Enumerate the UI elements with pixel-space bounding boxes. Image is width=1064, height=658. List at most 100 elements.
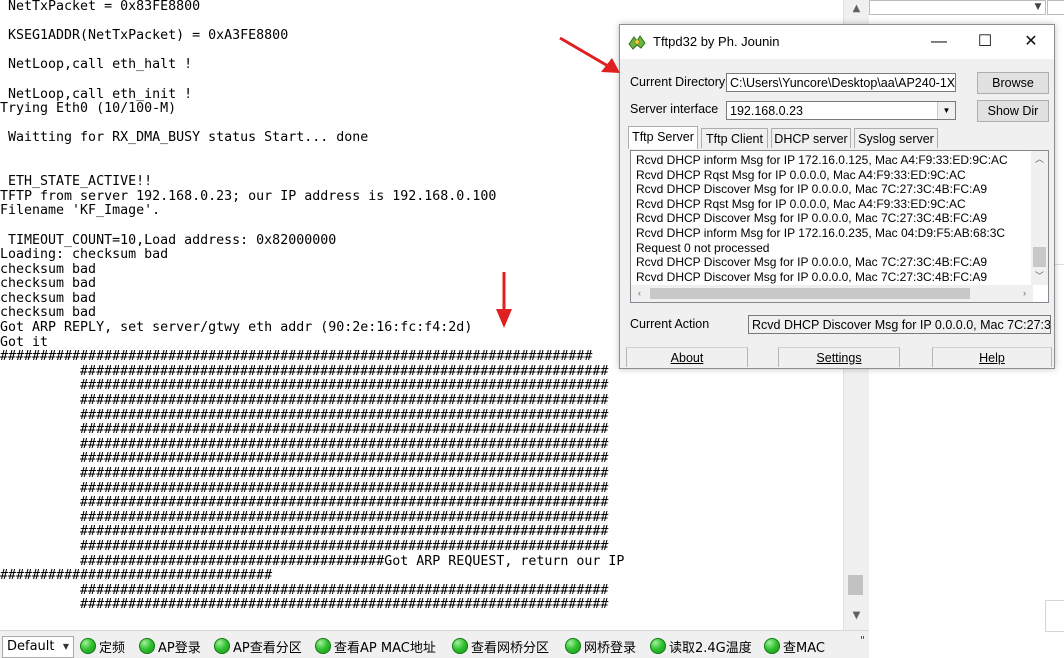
terminal-line: NetLoop,call eth_halt ! — [0, 57, 193, 73]
terminal-line: checksum bad — [0, 305, 97, 321]
scroll-left-icon[interactable]: ‹ — [631, 285, 648, 302]
about-button[interactable]: About — [626, 347, 748, 367]
log-entry[interactable]: Rcvd DHCP inform Msg for IP 172.16.0.235… — [636, 226, 1008, 241]
terminal-line: Loading: checksum bad — [0, 247, 169, 263]
terminal-line: Waitting for RX_DMA_BUSY status Start...… — [0, 130, 369, 146]
right-combo[interactable]: ▼ — [869, 0, 1046, 15]
terminal-line: Filename 'KF_Image'. — [0, 203, 161, 219]
cmd-button-bridge-partition[interactable]: 查看网桥分区 — [452, 636, 549, 656]
log-entry[interactable]: Request 0 not processed — [636, 241, 1008, 256]
right-corner-box — [1047, 0, 1064, 15]
chevron-down-icon: ▼ — [1034, 2, 1042, 12]
right-corner-frame — [1045, 600, 1064, 632]
terminal-line: TFTP from server 192.168.0.23; our IP ad… — [0, 188, 497, 204]
profile-select-value: Default — [7, 639, 55, 654]
tab-dhcp-server[interactable]: DHCP server — [771, 128, 851, 148]
scrollbar-thumb[interactable] — [650, 288, 970, 299]
cmd-button-fixed-freq[interactable]: 定频 — [80, 636, 125, 656]
tftpd-app-icon — [628, 35, 646, 50]
current-directory-field[interactable]: C:\Users\Yuncore\Desktop\aa\AP240-1X — [726, 73, 956, 92]
log-entry[interactable]: Rcvd DHCP inform Msg for IP 172.16.0.125… — [636, 153, 1008, 168]
quick-command-toolbar: Default ▼ 定频 AP登录 AP查看分区 查看AP MAC地址 查看网桥… — [0, 630, 869, 658]
terminal-line: ########################################… — [0, 480, 609, 496]
settings-button[interactable]: Settings — [778, 347, 900, 367]
terminal-line: ########################################… — [0, 582, 609, 598]
terminal-line: ################################## — [0, 568, 273, 584]
server-interface-select[interactable]: 192.168.0.23 ▼ — [726, 101, 956, 120]
green-dot-icon — [764, 638, 780, 654]
terminal-line: Got ARP REPLY, set server/gtwy eth addr … — [0, 320, 473, 336]
log-entry[interactable]: Rcvd DHCP Discover Msg for IP 0.0.0.0, M… — [636, 270, 1008, 285]
show-dir-button[interactable]: Show Dir — [977, 100, 1049, 122]
terminal-line: ########################################… — [0, 524, 609, 540]
terminal-line: KSEG1ADDR(NetTxPacket) = 0xA3FE8800 — [0, 28, 289, 44]
minimize-icon[interactable]: — — [916, 25, 962, 59]
terminal-text: NetTxPacket = 0x83FE8800 KSEG1ADDR(NetTx… — [0, 0, 624, 613]
cmd-button-label: 读取2.4G温度 — [669, 640, 752, 656]
server-interface-label: Server interface — [630, 102, 719, 116]
cmd-button-ap-login[interactable]: AP登录 — [139, 636, 201, 656]
profile-select[interactable]: Default ▼ — [2, 636, 74, 658]
green-dot-icon — [80, 638, 96, 654]
server-interface-value: 192.168.0.23 — [730, 104, 803, 118]
tab-syslog-server[interactable]: Syslog server — [854, 128, 938, 148]
terminal-line: ########################################… — [0, 436, 609, 452]
terminal-line: ########################################… — [0, 407, 609, 423]
server-log-list[interactable]: Rcvd DHCP inform Msg for IP 172.16.0.125… — [630, 150, 1049, 303]
green-dot-icon — [315, 638, 331, 654]
green-dot-icon — [565, 638, 581, 654]
cmd-button-read-temp[interactable]: 读取2.4G温度 — [650, 636, 752, 656]
terminal-line: NetTxPacket = 0x83FE8800 — [0, 0, 201, 14]
log-horizontal-scrollbar[interactable]: ‹ › — [631, 285, 1033, 302]
toolbar-overflow[interactable]: " — [860, 634, 865, 647]
browse-button[interactable]: Browse — [977, 72, 1049, 94]
window-title: Tftpd32 by Ph. Jounin — [653, 34, 780, 49]
log-entry[interactable]: Rcvd DHCP Discover Msg for IP 0.0.0.0, M… — [636, 182, 1008, 197]
tftpd32-window: Tftpd32 by Ph. Jounin — ☐ ✕ Current Dire… — [619, 24, 1055, 369]
scroll-down-icon[interactable]: ﹀ — [1031, 268, 1048, 285]
scroll-up-icon[interactable]: ▲ — [844, 0, 869, 18]
scroll-right-icon[interactable]: › — [1016, 285, 1033, 302]
green-dot-icon — [139, 638, 155, 654]
terminal-line: ########################################… — [0, 393, 609, 409]
terminal-line: ########################################… — [0, 597, 609, 613]
scrollbar-thumb[interactable] — [848, 575, 863, 595]
close-icon[interactable]: ✕ — [1008, 25, 1054, 59]
scrollbar-thumb[interactable] — [1033, 247, 1046, 267]
tab-tftp-client[interactable]: Tftp Client — [701, 128, 768, 148]
cmd-button-label: 定频 — [99, 640, 126, 656]
log-entry[interactable]: Rcvd DHCP Discover Msg for IP 0.0.0.0, M… — [636, 211, 1008, 226]
log-entry[interactable]: Rcvd DHCP Discover Msg for IP 0.0.0.0, M… — [636, 255, 1008, 270]
help-button[interactable]: Help — [932, 347, 1052, 367]
cmd-button-check-mac[interactable]: 查MAC — [764, 636, 825, 656]
terminal-line: ########################################… — [0, 466, 609, 481]
scroll-down-icon[interactable]: ▼ — [844, 607, 869, 625]
scroll-up-icon[interactable]: ︿ — [1031, 151, 1048, 168]
log-lines: Rcvd DHCP inform Msg for IP 172.16.0.125… — [636, 153, 1008, 284]
cmd-button-label: AP查看分区 — [233, 640, 302, 656]
cmd-button-bridge-login[interactable]: 网桥登录 — [565, 636, 636, 656]
terminal-line: checksum bad — [0, 261, 97, 277]
cmd-button-ap-mac[interactable]: 查看AP MAC地址 — [315, 636, 436, 656]
log-vertical-scrollbar[interactable]: ︿ ﹀ — [1031, 151, 1048, 285]
tab-tftp-server[interactable]: Tftp Server — [628, 126, 698, 149]
terminal-line: ######################################Go… — [0, 553, 625, 569]
cmd-button-label: 网桥登录 — [584, 640, 637, 656]
settings-label: Settings — [816, 351, 862, 365]
terminal-line: NetLoop,call eth_init ! — [0, 86, 193, 102]
current-directory-label: Current Directory — [630, 75, 726, 89]
maximize-icon[interactable]: ☐ — [962, 25, 1008, 59]
terminal-line: Got it — [0, 334, 49, 350]
cmd-button-label: 查看网桥分区 — [471, 640, 550, 656]
terminal-line: ########################################… — [0, 422, 609, 438]
cmd-button-label: AP登录 — [158, 640, 201, 656]
terminal-line: checksum bad — [0, 276, 97, 292]
title-bar[interactable]: Tftpd32 by Ph. Jounin — ☐ ✕ — [620, 25, 1054, 59]
log-entry[interactable]: Rcvd DHCP Rqst Msg for IP 0.0.0.0, Mac A… — [636, 197, 1008, 212]
terminal-line: Trying Eth0 (10/100-M) — [0, 101, 177, 117]
green-dot-icon — [452, 638, 468, 654]
help-label: Help — [979, 351, 1005, 365]
cmd-button-ap-partition[interactable]: AP查看分区 — [214, 636, 302, 656]
log-entry[interactable]: Rcvd DHCP Rqst Msg for IP 0.0.0.0, Mac A… — [636, 168, 1008, 183]
green-dot-icon — [650, 638, 666, 654]
